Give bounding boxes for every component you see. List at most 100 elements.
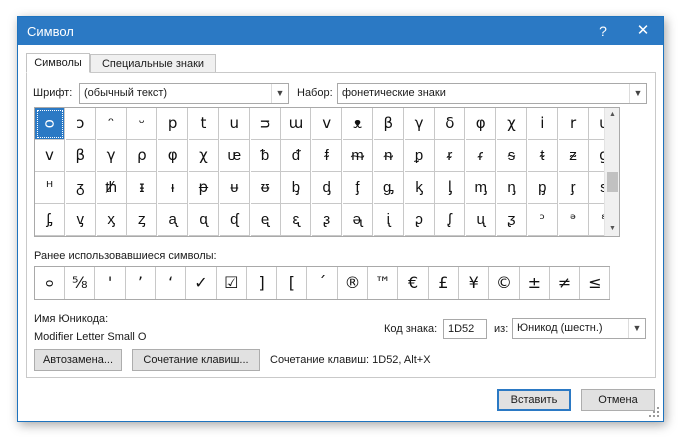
recent-symbol-cell[interactable]: ≤ bbox=[580, 267, 611, 299]
symbol-cell[interactable]: ᶖ bbox=[373, 204, 404, 236]
symbol-cell[interactable]: β bbox=[65, 140, 96, 172]
symbol-cell[interactable]: ᶉ bbox=[558, 172, 589, 204]
close-button[interactable]: ✕ bbox=[631, 21, 655, 41]
symbol-cell[interactable]: ᶙ bbox=[466, 204, 497, 236]
symbol-cell[interactable]: ᵯ bbox=[343, 140, 373, 172]
symbol-cell[interactable]: ᵾ bbox=[219, 172, 250, 204]
symbol-cell[interactable]: γ bbox=[96, 140, 127, 172]
symbol-cell[interactable]: ᶑ bbox=[219, 204, 250, 236]
symbol-cell[interactable]: ᵭ bbox=[281, 140, 312, 172]
symbol-cell[interactable]: χ bbox=[189, 140, 219, 172]
symbol-cell[interactable]: ᶓ bbox=[281, 204, 312, 236]
recent-symbol-cell[interactable]: £ bbox=[429, 267, 459, 299]
title-bar[interactable]: Символ ? ✕ bbox=[18, 17, 663, 45]
symbol-cell[interactable]: ᶀ bbox=[281, 172, 312, 204]
recent-symbols[interactable]: ᴑ ⅝ '’ ‘✓ ☑][´ ® ™ € £ ¥ © ± ≠ ≤ bbox=[34, 266, 611, 300]
autocorrect-button[interactable]: Автозамена... bbox=[34, 349, 122, 371]
symbol-cell[interactable]: ᶕ bbox=[343, 204, 373, 236]
recent-symbol-cell[interactable]: ‘ bbox=[156, 267, 187, 299]
recent-symbol-cell[interactable]: ✓ bbox=[187, 267, 217, 299]
chevron-down-icon[interactable]: ▼ bbox=[271, 84, 288, 103]
symbol-cell[interactable]: ᵶ bbox=[558, 140, 589, 172]
symbol-cell[interactable]: ᵮ bbox=[312, 140, 343, 172]
symbol-cell[interactable]: ᶗ bbox=[404, 204, 435, 236]
symbol-cell[interactable]: ᶇ bbox=[497, 172, 527, 204]
symbol-cell[interactable]: ᶄ bbox=[404, 172, 435, 204]
symbol-cell[interactable]: β bbox=[373, 108, 404, 140]
symbol-cell[interactable]: ᵿ bbox=[250, 172, 281, 204]
insert-button[interactable]: Вставить bbox=[497, 389, 571, 411]
symbol-cell[interactable]: ɔ bbox=[65, 108, 96, 140]
symbol-cell[interactable]: i bbox=[527, 108, 558, 140]
symbol-cell[interactable]: r bbox=[558, 108, 589, 140]
symbol-cell[interactable]: ᵹ bbox=[65, 172, 96, 204]
symbol-cell[interactable]: φ bbox=[158, 140, 189, 172]
symbol-cell[interactable]: v bbox=[312, 108, 343, 140]
symbol-cell[interactable]: ᶈ bbox=[527, 172, 558, 204]
symbol-cell[interactable]: ᵲ bbox=[435, 140, 466, 172]
cancel-button[interactable]: Отмена bbox=[581, 389, 655, 411]
recent-symbol-cell[interactable]: ± bbox=[520, 267, 550, 299]
help-button[interactable]: ? bbox=[593, 21, 613, 41]
symbol-cell[interactable]: ᵸ bbox=[35, 172, 65, 204]
symbol-cell[interactable]: ᶚ bbox=[497, 204, 527, 236]
recent-symbol-cell[interactable]: © bbox=[490, 267, 520, 299]
from-select[interactable]: Юникод (шестн.) ▼ bbox=[512, 318, 646, 339]
recent-symbol-cell[interactable]: [ bbox=[277, 267, 308, 299]
symbol-cell[interactable]: ɯ bbox=[281, 108, 312, 140]
shortcut-key-button[interactable]: Сочетание клавиш... bbox=[132, 349, 260, 371]
chevron-down-icon[interactable]: ▼ bbox=[628, 319, 645, 338]
symbol-cell[interactable]: ᵕ bbox=[127, 108, 158, 140]
symbol-cell[interactable]: ᵻ bbox=[127, 172, 158, 204]
symbol-cell[interactable]: γ bbox=[404, 108, 435, 140]
symbol-cell[interactable]: ᶔ bbox=[312, 204, 343, 236]
symbol-cell[interactable]: δ bbox=[435, 108, 466, 140]
symbol-cell[interactable]: ρ bbox=[127, 140, 158, 172]
symbol-cell[interactable]: ᵓ bbox=[527, 204, 558, 236]
symbol-cell[interactable]: ᶍ bbox=[96, 204, 127, 236]
recent-symbol-cell[interactable]: ' bbox=[96, 267, 126, 299]
symbol-grid-scrollbar[interactable]: ▲ ▼ bbox=[604, 108, 619, 236]
recent-symbol-cell[interactable]: ´ bbox=[308, 267, 338, 299]
symbol-cell[interactable]: ᶎ bbox=[127, 204, 158, 236]
recent-symbol-cell[interactable]: ⅝ bbox=[65, 267, 96, 299]
scroll-thumb[interactable] bbox=[607, 172, 618, 192]
chevron-down-icon[interactable]: ▼ bbox=[629, 84, 646, 103]
symbol-cell[interactable]: u bbox=[219, 108, 250, 140]
symbol-cell[interactable]: ᵴ bbox=[497, 140, 527, 172]
recent-symbol-cell[interactable]: ≠ bbox=[550, 267, 581, 299]
symbol-cell[interactable]: ᶘ bbox=[435, 204, 466, 236]
symbol-cell[interactable]: χ bbox=[497, 108, 527, 140]
symbol-cell[interactable]: ᶅ bbox=[435, 172, 466, 204]
symbol-cell[interactable]: ᵊ bbox=[558, 204, 589, 236]
symbol-cell[interactable]: ᵬ bbox=[250, 140, 281, 172]
symbol-cell[interactable]: ᵼ bbox=[158, 172, 189, 204]
char-code-input[interactable]: 1D52 bbox=[443, 319, 487, 339]
recent-symbol-cell[interactable]: ] bbox=[247, 267, 278, 299]
symbol-cell[interactable]: ᶏ bbox=[158, 204, 189, 236]
font-select[interactable]: (обычный текст) ▼ bbox=[79, 83, 289, 104]
symbol-cell[interactable]: ᶃ bbox=[373, 172, 404, 204]
tab-symbols[interactable]: Символы bbox=[26, 53, 90, 73]
symbol-cell[interactable]: ᴝ bbox=[250, 108, 281, 140]
symbol-grid[interactable]: ᴑɔᵔᵕptuᴝɯvᴥβγδφχiruvβγρφχᵫᵬᵭᵮᵯᵰᵱᵲᵳᵴᵵᵶɡᵸᵹ… bbox=[34, 107, 620, 237]
symbol-cell[interactable]: ᶌ bbox=[65, 204, 96, 236]
scroll-up-arrow-icon[interactable]: ▲ bbox=[605, 108, 620, 122]
recent-symbol-cell[interactable]: ☑ bbox=[217, 267, 247, 299]
recent-symbol-cell[interactable]: ᴑ bbox=[35, 267, 65, 299]
symbol-cell[interactable]: ᵺ bbox=[96, 172, 127, 204]
symbol-cell[interactable]: ᶒ bbox=[250, 204, 281, 236]
recent-symbol-cell[interactable]: € bbox=[399, 267, 429, 299]
symbol-cell[interactable]: ᶆ bbox=[466, 172, 497, 204]
recent-symbol-cell[interactable]: ® bbox=[338, 267, 368, 299]
symbol-cell[interactable]: ᶐ bbox=[189, 204, 219, 236]
symbol-cell[interactable]: ᵽ bbox=[189, 172, 219, 204]
symbol-cell[interactable]: v bbox=[35, 140, 65, 172]
symbol-cell[interactable]: ᴑ bbox=[35, 108, 65, 140]
resize-grip-icon[interactable] bbox=[648, 406, 660, 418]
subset-select[interactable]: фонетические знаки ▼ bbox=[337, 83, 647, 104]
scroll-down-arrow-icon[interactable]: ▼ bbox=[605, 222, 620, 236]
symbol-cell[interactable]: ᵱ bbox=[404, 140, 435, 172]
tab-special-characters[interactable]: Специальные знаки bbox=[90, 54, 216, 73]
symbol-cell[interactable]: ᶁ bbox=[312, 172, 343, 204]
